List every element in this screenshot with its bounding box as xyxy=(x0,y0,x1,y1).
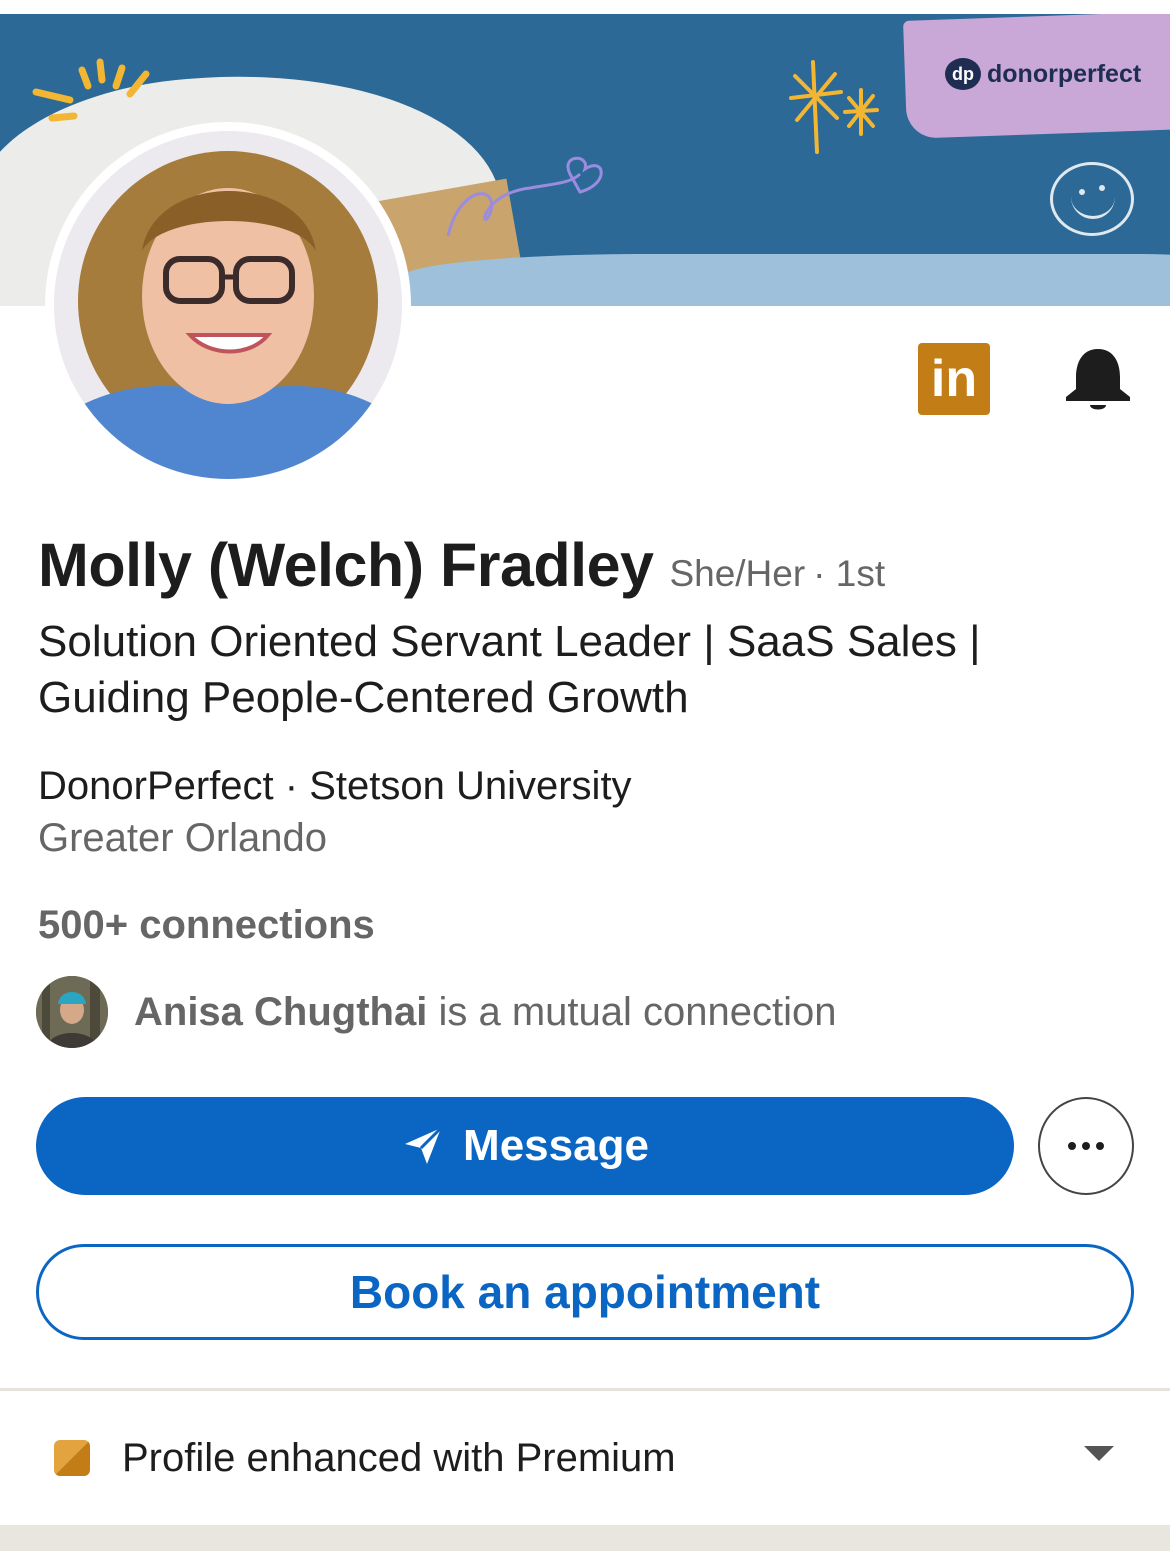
mutual-connection-suffix: is a mutual connection xyxy=(427,989,837,1034)
banner-torn-paper-bottom xyxy=(400,254,1170,306)
profile-name: Molly (Welch) Fradley xyxy=(38,531,654,599)
more-button[interactable] xyxy=(1038,1097,1134,1195)
premium-icon xyxy=(54,1440,90,1476)
profile-location: Greater Orlando xyxy=(38,816,328,860)
sparkle-icon xyxy=(789,60,879,154)
more-icon xyxy=(1068,1142,1104,1150)
heart-doodle-icon xyxy=(446,156,603,237)
premium-label: Profile enhanced with Premium xyxy=(122,1435,676,1480)
book-appointment-button[interactable]: Book an appointment xyxy=(36,1244,1134,1340)
brand-mark: dp xyxy=(945,58,981,90)
book-appointment-label: Book an appointment xyxy=(349,1266,821,1318)
linkedin-logo-icon: in xyxy=(918,343,990,415)
message-button[interactable]: Message xyxy=(36,1097,1014,1195)
brand-name: donorperfect xyxy=(987,59,1142,88)
bottom-separator xyxy=(0,1525,1170,1551)
chevron-down-icon[interactable] xyxy=(1084,1446,1114,1461)
section-divider xyxy=(0,1388,1170,1391)
profile-organizations[interactable]: DonorPerfect · Stetson University xyxy=(38,764,632,809)
profile-photo-image xyxy=(54,131,402,479)
send-icon xyxy=(405,1126,443,1164)
mutual-connection-name: Anisa Chugthai xyxy=(134,989,428,1034)
profile-photo[interactable] xyxy=(45,122,411,488)
bell-icon[interactable] xyxy=(1062,345,1134,413)
premium-banner[interactable]: Profile enhanced with Premium xyxy=(0,1392,1170,1524)
brand-logo: dp donorperfect xyxy=(945,58,1141,90)
mutual-connection-avatar xyxy=(36,976,108,1048)
profile-headline: Solution Oriented Servant Leader | SaaS … xyxy=(38,617,981,722)
sun-rays-icon xyxy=(32,58,150,122)
message-button-label: Message xyxy=(463,1121,649,1170)
connection-degree: · 1st xyxy=(813,553,886,594)
connections-count[interactable]: 500+ connections xyxy=(38,903,375,948)
profile-pronouns: She/Her xyxy=(669,553,806,594)
mutual-connection[interactable]: Anisa Chugthai is a mutual connection xyxy=(36,976,836,1048)
smiley-doodle-icon xyxy=(1050,162,1134,236)
profile-name-line: Molly (Welch) Fradley She/Her · 1st xyxy=(38,530,885,600)
mutual-connection-text: Anisa Chugthai is a mutual connection xyxy=(134,990,836,1035)
